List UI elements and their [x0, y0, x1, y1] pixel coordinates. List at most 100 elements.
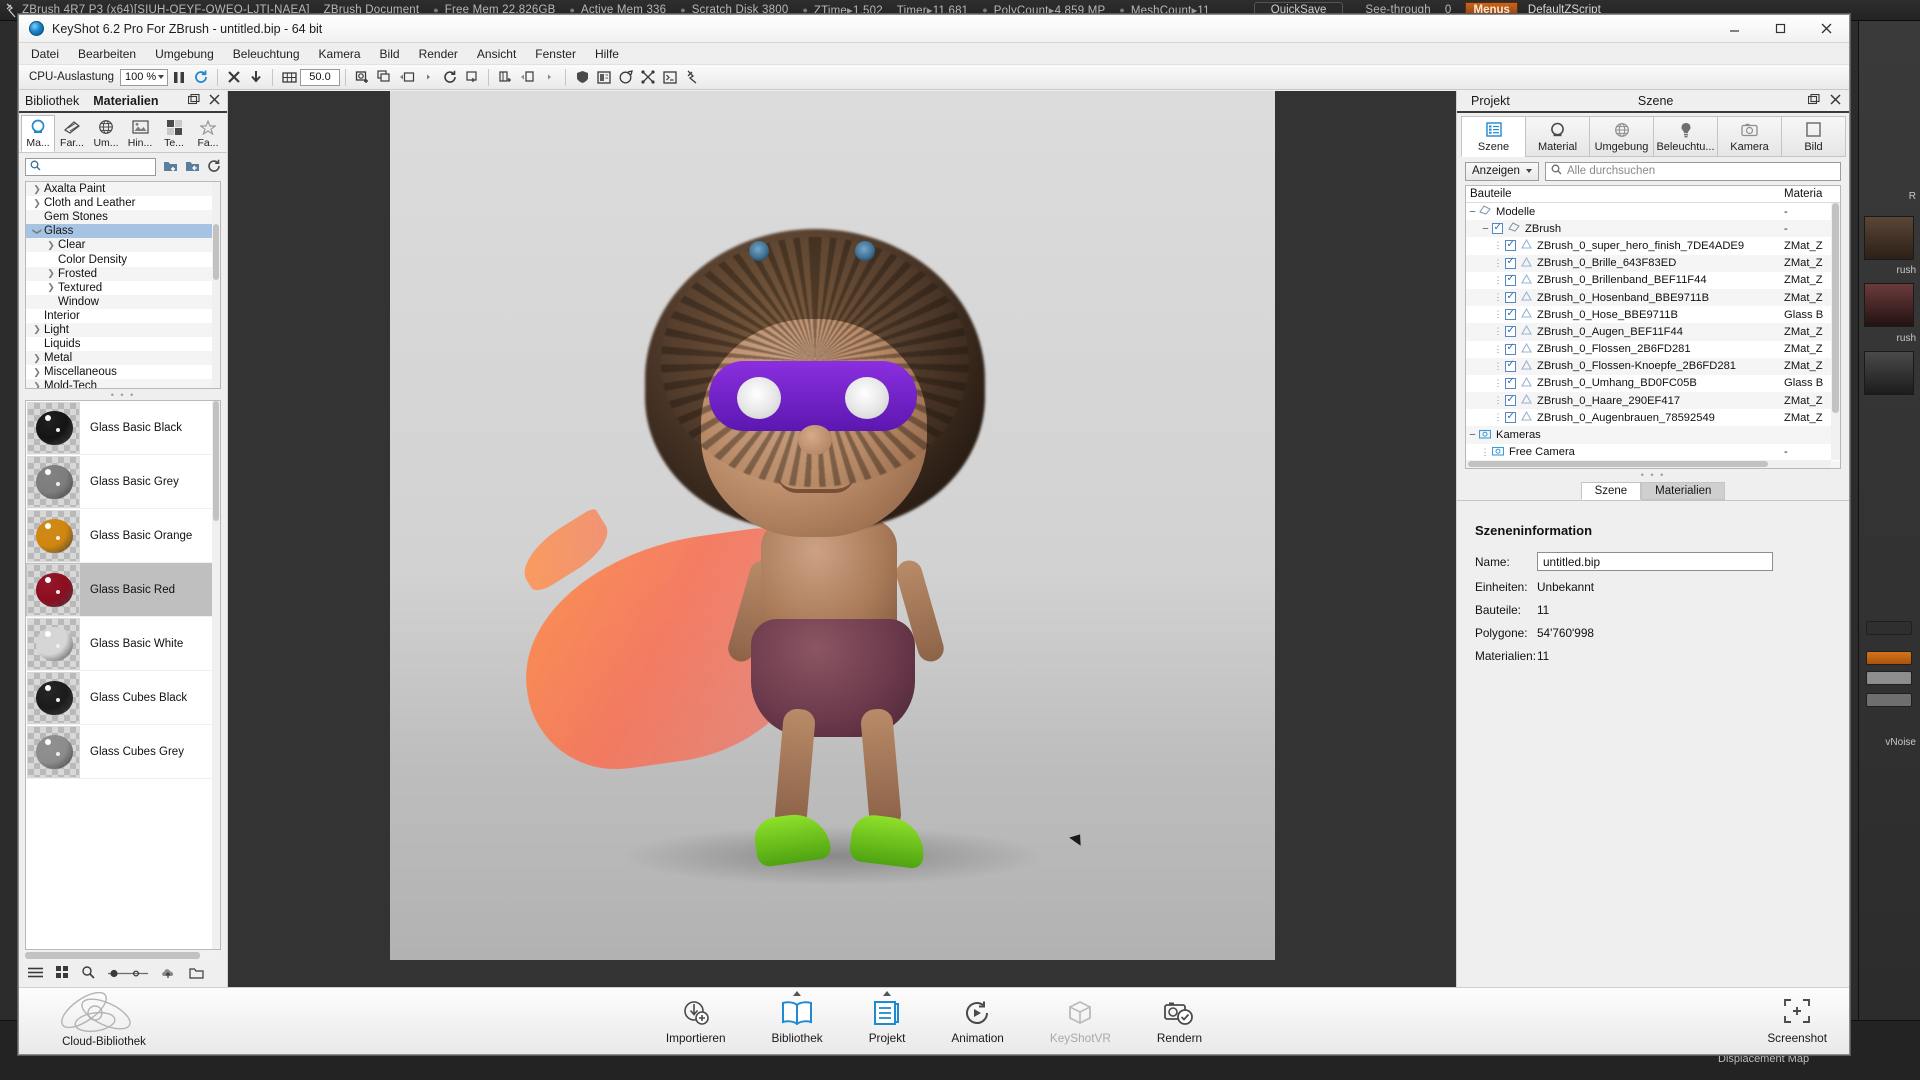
- resize-icon[interactable]: [223, 66, 245, 88]
- library-search-box[interactable]: [25, 158, 156, 176]
- chevron-right-icon[interactable]: ❯: [30, 184, 44, 195]
- library-tab-farben[interactable]: Far...: [55, 115, 89, 152]
- library-tab-texturen[interactable]: Te...: [157, 115, 191, 152]
- visibility-checkbox[interactable]: [1505, 274, 1516, 286]
- material-tree-row[interactable]: Interior: [26, 309, 220, 323]
- material-swatch-item[interactable]: Glass Basic White: [26, 617, 220, 671]
- material-tree-row[interactable]: ❯ Clear: [26, 238, 220, 253]
- material-swatch-list[interactable]: Glass Basic Black Glass Basic Grey Glass B…: [25, 400, 221, 950]
- visibility-checkbox[interactable]: [1505, 394, 1516, 407]
- menu-fenster[interactable]: Fenster: [535, 47, 576, 61]
- camera-lock-icon[interactable]: [461, 66, 483, 88]
- panel-tab-projekt[interactable]: Projekt: [1457, 94, 1524, 108]
- zbrush-shelf-thumb-2[interactable]: [1864, 351, 1914, 395]
- project-tab-beleuchtung[interactable]: Beleuchtu...: [1653, 116, 1718, 157]
- set-add-icon[interactable]: [494, 66, 516, 88]
- dock-rendern[interactable]: Rendern: [1157, 998, 1202, 1045]
- scene-tree-row[interactable]: ⋮ZBrush_0_Hosenband_BBE9711BZMat_Z: [1466, 288, 1840, 307]
- zbrush-shelf-thumb-1[interactable]: [1864, 283, 1914, 327]
- scene-tree-row[interactable]: ⋮ZBrush_0_Haare_290EF417ZMat_Z: [1466, 392, 1840, 410]
- refresh-icon[interactable]: [207, 159, 221, 176]
- folder-add-icon[interactable]: [163, 159, 178, 175]
- chevron-right-icon[interactable]: ❯: [30, 367, 44, 378]
- scene-tree-row[interactable]: ⋮ZBrush_0_Umhang_BD0FC05BGlass B: [1466, 375, 1840, 392]
- collapse-icon[interactable]: −: [1479, 223, 1492, 235]
- material-tree-row[interactable]: Liquids: [26, 337, 220, 351]
- material-swatch-item[interactable]: Glass Basic Black: [26, 401, 220, 455]
- scene-tree-row[interactable]: ⋮ZBrush_0_Brille_643F83EDZMat_Z: [1466, 254, 1840, 272]
- project-tab-bild[interactable]: Bild: [1781, 116, 1846, 157]
- console-icon[interactable]: [659, 66, 681, 88]
- anzeigen-dropdown[interactable]: Anzeigen: [1465, 161, 1539, 181]
- material-tree-row[interactable]: ❯ Metal: [26, 351, 220, 366]
- grid-view-icon[interactable]: [56, 966, 69, 982]
- material-tree-row[interactable]: ❯ Mold-Tech: [26, 379, 220, 388]
- project-tab-material[interactable]: Material: [1525, 116, 1590, 157]
- project-tab-szene[interactable]: Szene: [1461, 116, 1526, 157]
- scene-tree-row[interactable]: ⋮ZBrush_0_Hose_BBE9711BGlass B: [1466, 306, 1840, 323]
- paint-icon[interactable]: [615, 66, 637, 88]
- chevron-right-icon[interactable]: ❯: [44, 282, 58, 293]
- import-down-icon[interactable]: [245, 66, 267, 88]
- material-swatch-item[interactable]: Glass Basic Grey: [26, 455, 220, 509]
- scene-tree-row[interactable]: ⋮ZBrush_0_Flossen-Knoepfe_2B6FD281ZMat_Z: [1466, 357, 1840, 375]
- material-tree-row[interactable]: Gem Stones: [26, 210, 220, 225]
- material-tree-row[interactable]: ❯ Light: [26, 322, 220, 338]
- visibility-checkbox[interactable]: [1505, 291, 1516, 304]
- set-prev-icon[interactable]: [516, 66, 538, 88]
- maximize-button[interactable]: [1757, 15, 1803, 43]
- camera-prev-icon[interactable]: [395, 66, 417, 88]
- chevron-down-icon[interactable]: ❯: [32, 224, 43, 238]
- zbrush-noise-button[interactable]: vNoise: [1885, 737, 1916, 748]
- chevron-right-icon[interactable]: ❯: [44, 240, 58, 251]
- material-list-hscrollbar[interactable]: [25, 950, 221, 961]
- material-tree-row[interactable]: ❯ Cloth and Leather: [26, 196, 220, 210]
- render-canvas[interactable]: [390, 91, 1275, 960]
- scene-tree-row[interactable]: − Kameras: [1466, 426, 1840, 444]
- project-tab-kamera[interactable]: Kamera: [1717, 116, 1782, 157]
- material-swatch-item[interactable]: Glass Basic Red: [26, 563, 220, 617]
- scene-tree[interactable]: Bauteile Materia −Modelle- −ZBrush- ⋮ZBr…: [1465, 185, 1841, 469]
- close-button[interactable]: [1803, 15, 1849, 43]
- resolution-input[interactable]: 50.0: [300, 68, 341, 86]
- screenshot-button[interactable]: Screenshot: [1767, 997, 1827, 1045]
- float-icon[interactable]: [1807, 93, 1820, 108]
- float-icon[interactable]: [187, 93, 200, 108]
- visibility-checkbox[interactable]: [1505, 411, 1516, 424]
- menu-umgebung[interactable]: Umgebung: [155, 47, 214, 61]
- chevron-right-icon[interactable]: ❯: [30, 198, 44, 209]
- scene-tree-row[interactable]: − Modelle -: [1466, 203, 1840, 220]
- minimize-button[interactable]: [1711, 15, 1757, 43]
- scene-tree-row[interactable]: −ZBrush-: [1466, 220, 1840, 238]
- chevron-right-icon[interactable]: ❯: [30, 381, 44, 388]
- scene-tree-row[interactable]: ⋮ZBrush_0_super_hero_finish_7DE4ADE9ZMat…: [1466, 237, 1840, 254]
- zbrush-shelf-chip-2[interactable]: [1866, 693, 1912, 707]
- grid-icon[interactable]: [278, 66, 300, 88]
- material-swatch-item[interactable]: Glass Cubes Grey: [26, 725, 220, 779]
- material-list-scrollbar[interactable]: [212, 401, 220, 949]
- zbrush-shelf-chip-1[interactable]: [1866, 671, 1912, 685]
- collapse-icon[interactable]: −: [1466, 429, 1479, 441]
- menu-beleuchtung[interactable]: Beleuchtung: [233, 47, 300, 61]
- scene-name-input[interactable]: untitled.bip: [1537, 552, 1773, 571]
- camera-add-icon[interactable]: [351, 66, 373, 88]
- scene-tree-hscrollbar[interactable]: [1466, 460, 1831, 468]
- visibility-checkbox[interactable]: [1492, 222, 1503, 235]
- zbrush-shelf-chip-0[interactable]: [1866, 621, 1912, 635]
- project-tab-umgebung[interactable]: Umgebung: [1589, 116, 1654, 157]
- material-tree-scrollbar[interactable]: [212, 182, 220, 388]
- folder-icon[interactable]: [189, 967, 204, 982]
- subtab-materialien[interactable]: Materialien: [1641, 482, 1726, 500]
- menu-bild[interactable]: Bild: [380, 47, 400, 61]
- material-tree-row[interactable]: ❯ Axalta Paint: [26, 182, 220, 197]
- menu-kamera[interactable]: Kamera: [319, 47, 361, 61]
- library-tab-favoriten[interactable]: Fa...: [191, 115, 225, 152]
- visibility-checkbox[interactable]: [1505, 377, 1516, 389]
- upload-icon[interactable]: [161, 967, 176, 982]
- zbrush-shelf-chip-orange[interactable]: [1866, 651, 1912, 665]
- visibility-checkbox[interactable]: [1505, 360, 1516, 372]
- cloud-library-button[interactable]: Cloud-Bibliothek: [29, 990, 179, 1052]
- list-view-icon[interactable]: [28, 967, 43, 982]
- rotate-icon[interactable]: [439, 66, 461, 88]
- library-splitter-grip[interactable]: • • •: [19, 389, 227, 400]
